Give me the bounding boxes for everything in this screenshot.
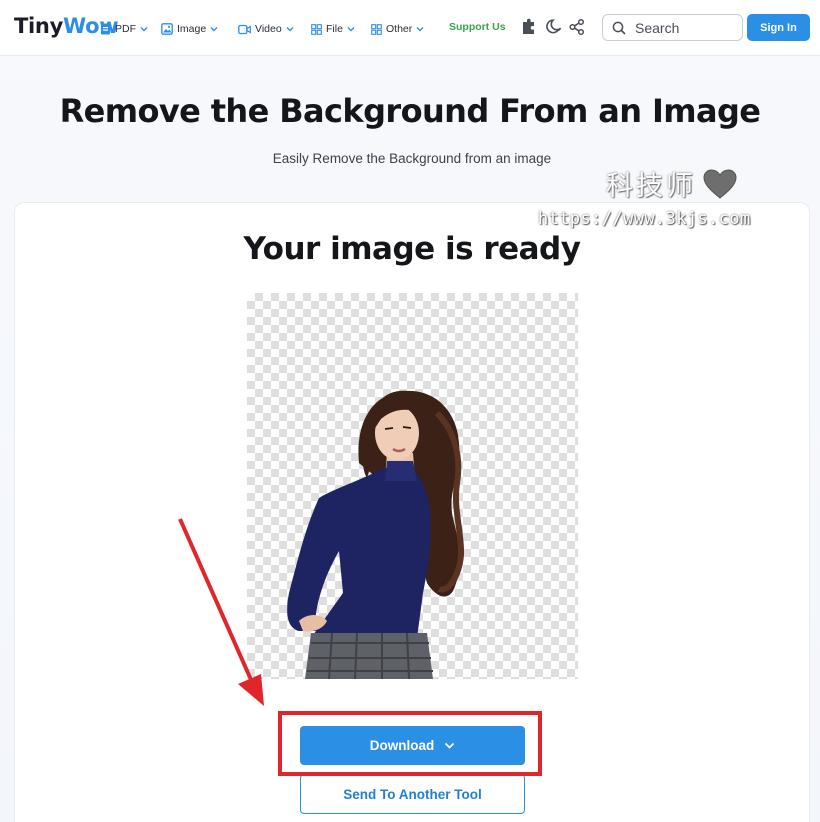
annotation-arrow-icon [178, 518, 264, 706]
